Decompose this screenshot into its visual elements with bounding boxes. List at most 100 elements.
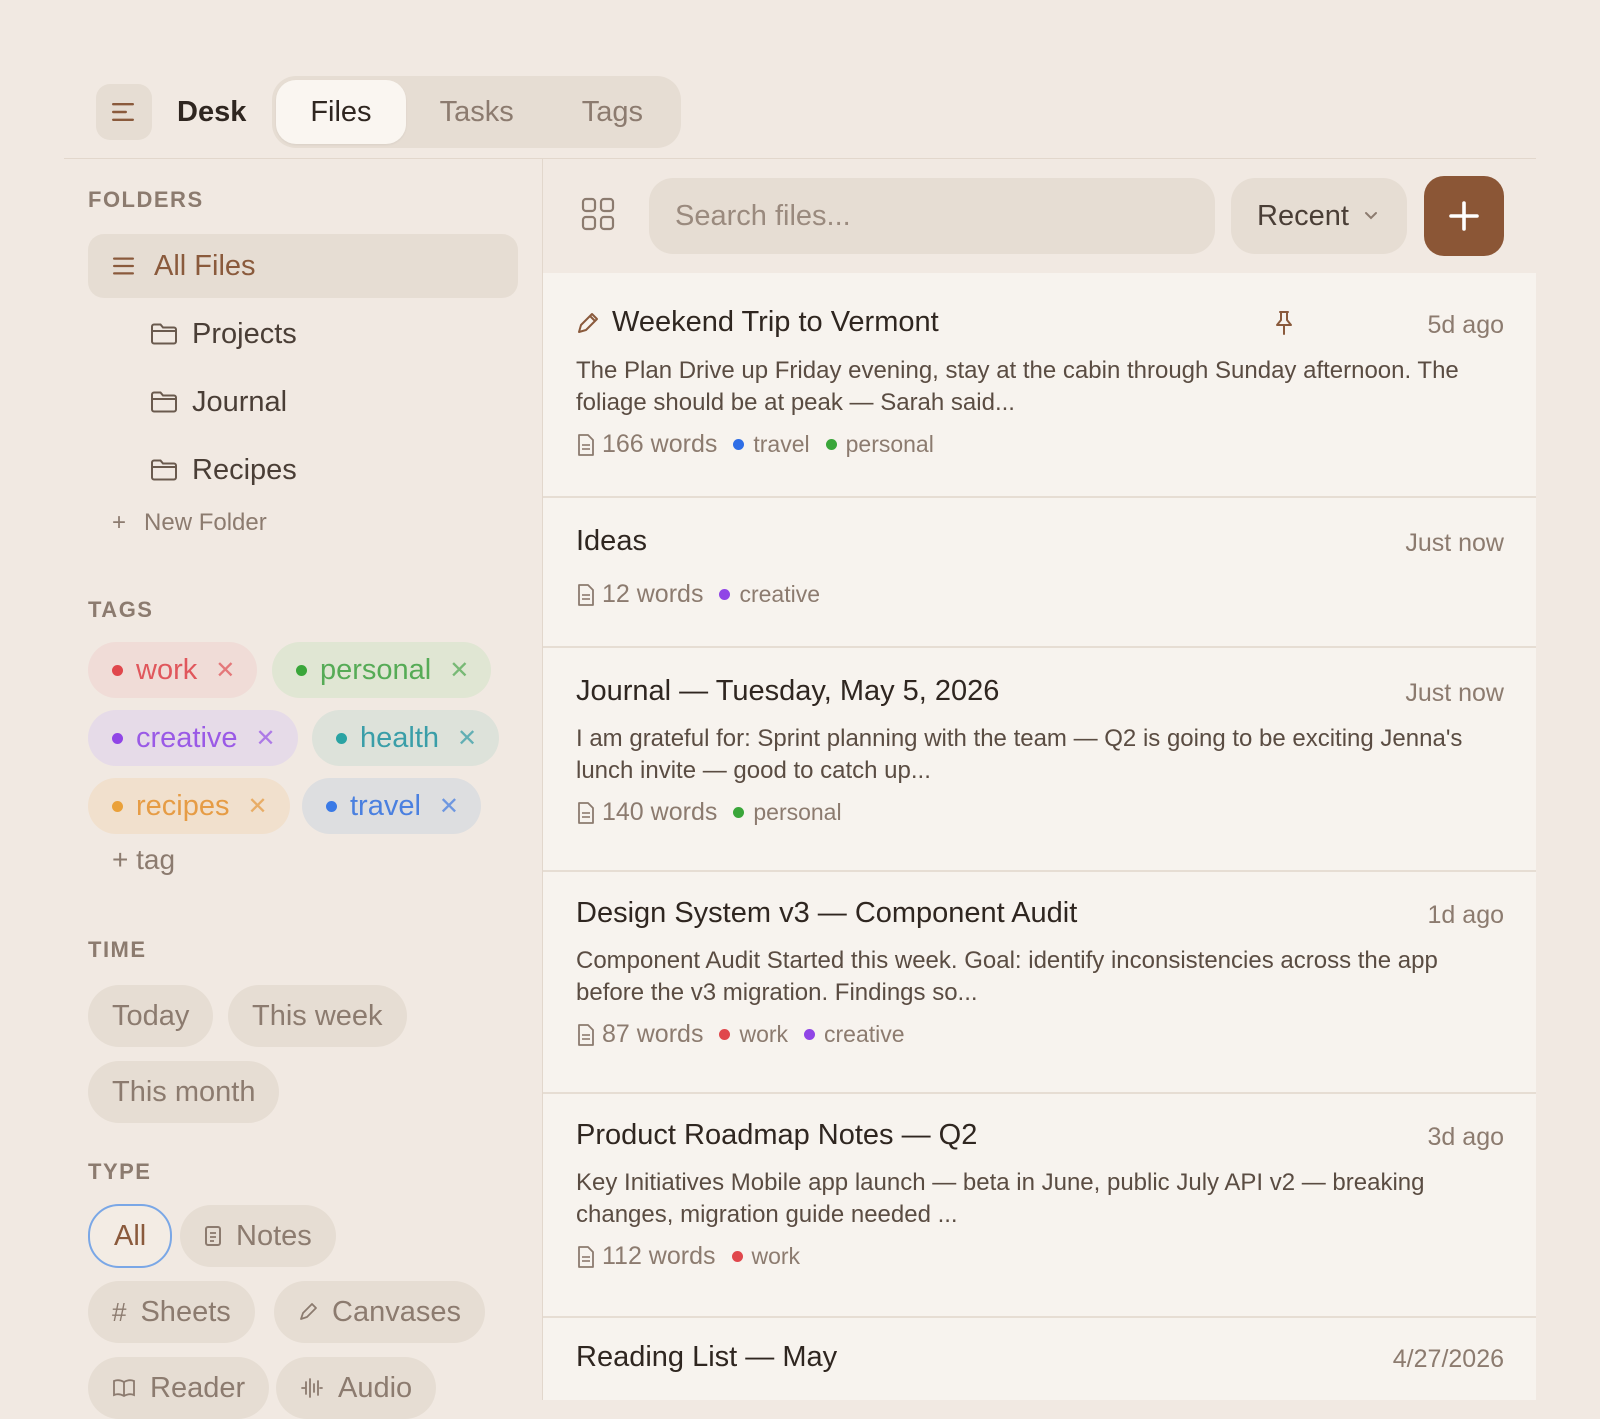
remove-tag-icon[interactable]: ✕ bbox=[215, 656, 235, 685]
word-count: 166 words bbox=[602, 430, 718, 458]
file-excerpt: Key Initiatives Mobile app launch — beta… bbox=[576, 1169, 1425, 1228]
type-filter-sheets[interactable]: # Sheets bbox=[88, 1281, 255, 1343]
tag-dot bbox=[825, 439, 837, 450]
tag-chip-personal[interactable]: personal ✕ bbox=[272, 642, 492, 698]
waveform-icon bbox=[300, 1377, 324, 1399]
time-filter-this-week[interactable]: This week bbox=[228, 985, 407, 1047]
pencil-icon bbox=[298, 1302, 318, 1322]
pin-icon[interactable] bbox=[1273, 310, 1295, 341]
file-tag: personal bbox=[733, 799, 842, 826]
file-tag: creative bbox=[719, 581, 820, 608]
file-excerpt: I am grateful for: Sprint planning with … bbox=[576, 725, 1463, 784]
folder-label: Recipes bbox=[192, 453, 297, 486]
type-filter-canvases[interactable]: Canvases bbox=[274, 1281, 485, 1343]
tag-dot bbox=[731, 1251, 743, 1262]
sort-dropdown[interactable]: Recent bbox=[1231, 178, 1407, 254]
word-count: 87 words bbox=[602, 1020, 704, 1048]
file-time: 1d ago bbox=[1427, 901, 1504, 929]
type-filter-label: Canvases bbox=[332, 1295, 461, 1328]
folder-recipes[interactable]: Recipes bbox=[150, 448, 297, 492]
tag-dot bbox=[804, 1029, 816, 1040]
remove-tag-icon[interactable]: ✕ bbox=[256, 724, 276, 753]
file-title-text: Weekend Trip to Vermont bbox=[612, 306, 939, 338]
file-time: 4/27/2026 bbox=[1392, 1345, 1504, 1373]
new-folder-button[interactable]: + New Folder bbox=[112, 509, 267, 537]
tag-chip-label: creative bbox=[136, 721, 238, 754]
tag-chip-health[interactable]: health ✕ bbox=[312, 710, 500, 766]
file-meta: 140 words personal bbox=[576, 798, 858, 827]
file-card[interactable]: Reading List — May 4/27/2026 bbox=[543, 1318, 1536, 1400]
file-card[interactable]: Product Roadmap Notes — Q2 3d ago Key In… bbox=[543, 1094, 1536, 1318]
sidebar: FOLDERS All Files Projects Journal Recip… bbox=[64, 159, 542, 1419]
tags-section-label: TAGS bbox=[88, 597, 154, 622]
document-icon bbox=[204, 1225, 222, 1247]
document-icon bbox=[578, 583, 594, 606]
folder-all-files[interactable]: All Files bbox=[88, 234, 518, 298]
remove-tag-icon[interactable]: ✕ bbox=[248, 792, 268, 821]
tag-chip-travel[interactable]: travel ✕ bbox=[302, 778, 482, 834]
file-meta: 166 words travel personal bbox=[576, 430, 950, 459]
file-time: Just now bbox=[1405, 679, 1504, 707]
tag-dot bbox=[719, 1029, 731, 1040]
folder-all-files-label: All Files bbox=[154, 249, 256, 282]
folder-projects[interactable]: Projects bbox=[150, 312, 297, 356]
remove-tag-icon[interactable]: ✕ bbox=[457, 724, 477, 753]
folder-label: Journal bbox=[192, 385, 288, 418]
folder-icon bbox=[151, 459, 177, 481]
type-filter-notes[interactable]: Notes bbox=[180, 1205, 336, 1267]
tag-chip-label: work bbox=[136, 653, 198, 686]
new-folder-label: New Folder bbox=[144, 509, 267, 536]
grid-view-button[interactable] bbox=[581, 197, 615, 236]
file-card[interactable]: Ideas Just now 12 words creative bbox=[543, 498, 1536, 648]
remove-tag-icon[interactable]: ✕ bbox=[439, 792, 459, 821]
word-count: 12 words bbox=[602, 580, 704, 608]
sort-label: Recent bbox=[1257, 199, 1349, 232]
folder-journal[interactable]: Journal bbox=[150, 380, 287, 424]
time-section-label: TIME bbox=[88, 937, 147, 962]
file-tag-label: creative bbox=[824, 1021, 905, 1047]
plus-icon: + bbox=[112, 509, 127, 536]
remove-tag-icon[interactable]: ✕ bbox=[449, 656, 469, 685]
type-filter-all[interactable]: All bbox=[88, 1204, 173, 1268]
app-window: Desk Files Tasks Tags FOLDERS All Files … bbox=[0, 0, 1600, 1419]
menu-button[interactable] bbox=[96, 84, 152, 140]
file-title: Product Roadmap Notes — Q2 bbox=[576, 1119, 977, 1152]
add-tag-button[interactable]: + tag bbox=[112, 844, 175, 876]
tag-dot bbox=[296, 664, 307, 676]
file-tag-label: personal bbox=[753, 799, 842, 825]
time-filter-today[interactable]: Today bbox=[88, 985, 214, 1047]
list-icon bbox=[113, 257, 134, 275]
file-card[interactable]: Weekend Trip to Vermont 5d ago The Plan … bbox=[543, 273, 1536, 498]
time-filter-this-month[interactable]: This month bbox=[88, 1061, 280, 1123]
file-title-text: Reading List — May bbox=[576, 1341, 838, 1373]
file-title: Design System v3 — Component Audit bbox=[576, 897, 1077, 930]
file-card[interactable]: Design System v3 — Component Audit 1d ag… bbox=[543, 872, 1536, 1094]
file-card[interactable]: Journal — Tuesday, May 5, 2026 Just now … bbox=[543, 648, 1536, 872]
tag-dot bbox=[112, 800, 123, 812]
file-tag: travel bbox=[733, 431, 810, 458]
tab-files[interactable]: Files bbox=[276, 80, 406, 144]
file-tag-label: work bbox=[739, 1021, 789, 1047]
tab-tasks[interactable]: Tasks bbox=[406, 80, 548, 144]
tab-tags[interactable]: Tags bbox=[548, 80, 677, 144]
pencil-icon bbox=[576, 311, 600, 335]
tag-dot bbox=[733, 807, 745, 818]
tag-chip-label: travel bbox=[350, 789, 421, 822]
tag-dot bbox=[336, 732, 347, 744]
file-title: Ideas bbox=[576, 525, 647, 558]
file-time: 5d ago bbox=[1427, 311, 1504, 339]
menu-icon bbox=[112, 103, 134, 121]
tag-chip-creative[interactable]: creative ✕ bbox=[88, 710, 298, 766]
chevron-down-icon bbox=[1363, 211, 1379, 221]
file-tag: creative bbox=[804, 1021, 905, 1048]
file-title-text: Design System v3 — Component Audit bbox=[576, 897, 1078, 929]
plus-icon bbox=[1449, 201, 1479, 231]
type-filter-reader[interactable]: Reader bbox=[88, 1357, 270, 1419]
tag-chip-recipes[interactable]: recipes ✕ bbox=[88, 778, 290, 834]
tag-chip-work[interactable]: work ✕ bbox=[88, 642, 258, 698]
file-list: Weekend Trip to Vermont 5d ago The Plan … bbox=[543, 273, 1536, 1400]
search-input[interactable] bbox=[649, 178, 1215, 254]
type-filter-audio[interactable]: Audio bbox=[276, 1357, 437, 1419]
add-file-button[interactable] bbox=[1424, 176, 1504, 256]
tab-bar: Files Tasks Tags bbox=[272, 76, 681, 148]
